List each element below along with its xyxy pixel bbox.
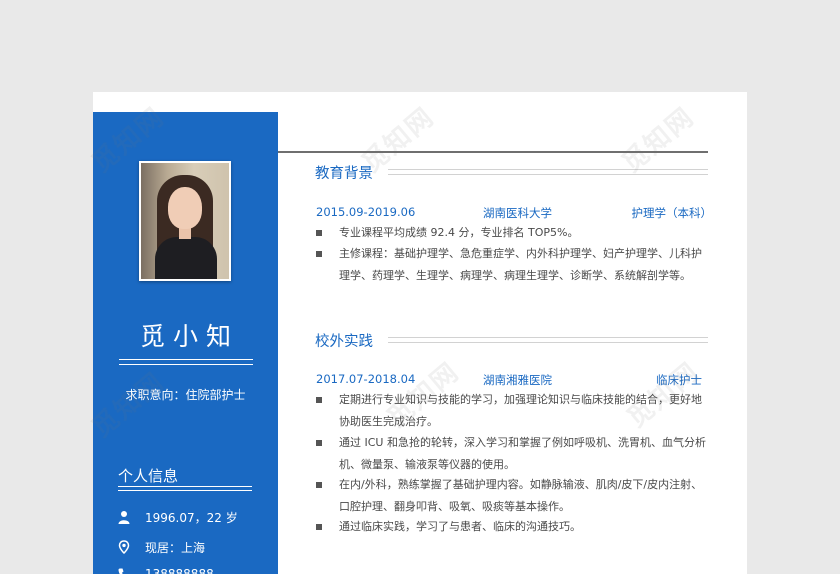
- practice-org: 湖南湘雅医院: [483, 373, 552, 387]
- bullet-square-icon: [316, 230, 322, 236]
- bullet-square-icon: [316, 440, 322, 446]
- practice-heading: 校外实践: [315, 334, 373, 350]
- portrait-image: [141, 163, 229, 279]
- candidate-name: 觅小知: [139, 322, 239, 351]
- education-bullet: 专业课程平均成绩 92.4 分，专业排名 TOP5%。: [316, 222, 712, 244]
- practice-bullet-text: 定期进行专业知识与技能的学习，加强理论知识与临床技能的结合，更好地协助医生完成治…: [339, 393, 702, 428]
- education-school: 湖南医科大学: [483, 206, 552, 220]
- education-date: 2015.09-2019.06: [316, 205, 416, 219]
- education-entry-header: 2015.09-2019.06 湖南医科大学 护理学（本科）: [316, 205, 712, 221]
- person-icon: [118, 511, 130, 524]
- info-row-birth: 1996.07，22 岁: [117, 509, 238, 525]
- education-bullet: 主修课程：基础护理学、急危重症学、内外科护理学、妇产护理学、儿科护理学、药理学、…: [316, 243, 712, 286]
- practice-date: 2017.07-2018.04: [316, 372, 416, 386]
- practice-bullet: 定期进行专业知识与技能的学习，加强理论知识与临床技能的结合，更好地协助医生完成治…: [316, 389, 712, 432]
- profile-photo: [139, 161, 231, 281]
- info-birth-text: 1996.07，22 岁: [145, 510, 238, 525]
- phone-icon: [118, 568, 124, 574]
- practice-bullet-text: 在内/外科，熟练掌握了基础护理内容。如静脉输液、肌肉/皮下/皮内注射、口腔护理、…: [339, 478, 703, 513]
- practice-bullet: 通过 ICU 和急抢的轮转，深入学习和掌握了例如呼吸机、洗胃机、血气分析机、微量…: [316, 432, 712, 475]
- practice-heading-rule: [388, 337, 708, 343]
- education-heading-rule: [388, 169, 708, 175]
- info-row-location: 现居：上海: [117, 539, 205, 555]
- personal-info-divider: [118, 486, 252, 491]
- bullet-square-icon: [316, 524, 322, 530]
- practice-bullet: 在内/外科，熟练掌握了基础护理内容。如静脉输液、肌肉/皮下/皮内注射、口腔护理、…: [316, 474, 712, 517]
- header-rule: [278, 151, 708, 153]
- personal-info-heading: 个人信息: [118, 467, 179, 485]
- resume-sidebar: 觅小知 求职意向：住院部护士 个人信息 1996.07，22 岁 现居：上海 1…: [93, 112, 278, 574]
- name-divider: [119, 359, 253, 365]
- practice-bullet: 通过临床实践，学习了与患者、临床的沟通技巧。: [316, 516, 712, 538]
- bullet-square-icon: [316, 251, 322, 257]
- practice-entry-header: 2017.07-2018.04 湖南湘雅医院 临床护士: [316, 372, 702, 388]
- education-heading: 教育背景: [315, 166, 373, 182]
- info-row-phone: 138888888: [117, 566, 214, 574]
- info-phone-text: 138888888: [145, 567, 214, 574]
- bullet-square-icon: [316, 482, 322, 488]
- practice-bullet-text: 通过临床实践，学习了与患者、临床的沟通技巧。: [339, 520, 581, 533]
- info-location-text: 现居：上海: [145, 540, 206, 555]
- practice-role: 临床护士: [656, 373, 702, 387]
- education-major: 护理学（本科）: [631, 206, 713, 220]
- education-bullet-text: 专业课程平均成绩 92.4 分，专业排名 TOP5%。: [339, 226, 579, 239]
- education-bullet-text: 主修课程：基础护理学、急危重症学、内外科护理学、妇产护理学、儿科护理学、药理学、…: [339, 247, 702, 282]
- practice-bullet-text: 通过 ICU 和急抢的轮转，深入学习和掌握了例如呼吸机、洗胃机、血气分析机、微量…: [339, 436, 706, 471]
- bullet-square-icon: [316, 397, 322, 403]
- job-objective: 求职意向：住院部护士: [125, 388, 246, 402]
- location-icon: [118, 540, 130, 554]
